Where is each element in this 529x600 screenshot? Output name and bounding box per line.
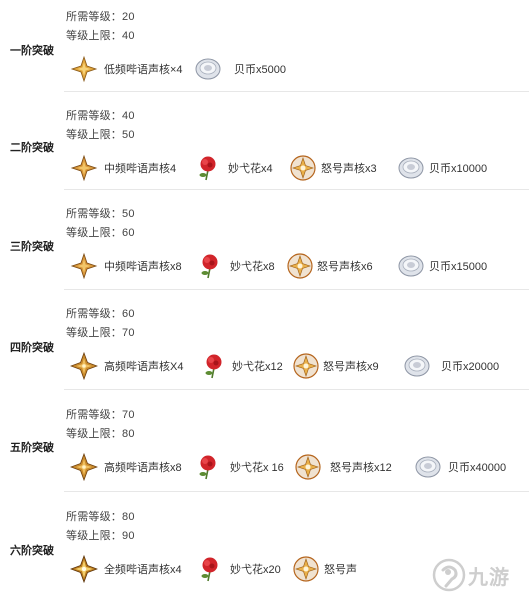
watermark-text: 九游: [468, 566, 510, 589]
ascension-table: 一阶突破 所需等级：20 等级上限：40 低频哔语声核×4 贝币x5000 二阶…: [0, 0, 529, 600]
stage-title: 三阶突破: [10, 241, 54, 253]
stage-title: 一阶突破: [10, 45, 54, 57]
stage-row-3: 三阶突破 所需等级：50 等级上限：60 中频哔语声核x8 妙弋花x8 怒号声核…: [0, 197, 529, 297]
material-item: 妙弋花x4: [194, 153, 273, 183]
mid-echo-core-icon: [70, 252, 98, 280]
material-item: 怒号声核x3: [289, 153, 377, 183]
material-item: 怒号声: [292, 554, 357, 584]
material-label: 中频哔语声核4: [104, 163, 177, 175]
stage-row-2: 二阶突破 所需等级：40 等级上限：50 中频哔语声核4 妙弋花x4 怒号声核x…: [0, 99, 529, 199]
required-level: 所需等级：50: [66, 208, 135, 220]
material-item: 贝币x10000: [397, 153, 487, 183]
material-item: 贝币x15000: [397, 251, 487, 281]
material-label: 贝币x5000: [234, 64, 286, 76]
roar-core-icon: [293, 353, 319, 379]
shell-coin-icon: [195, 58, 221, 80]
shell-coin-icon: [404, 355, 430, 377]
stage-title: 六阶突破: [10, 545, 54, 557]
stage-row-4: 四阶突破 所需等级：60 等级上限：70 高频哔语声核X4 妙弋花x12 怒号声…: [0, 297, 529, 397]
material-item: 怒号声核x12: [294, 452, 392, 482]
material-label: 贝币x20000: [441, 361, 500, 373]
level-cap: 等级上限：80: [66, 428, 135, 440]
level-cap: 等级上限：50: [66, 129, 135, 141]
material-label: 妙弋花x4: [228, 163, 273, 175]
stage-row-5: 五阶突破 所需等级：70 等级上限：80 高频哔语声核x8 妙弋花x 16 怒号…: [0, 398, 529, 498]
material-item: 怒号声核x6: [286, 251, 373, 281]
material-label: 中频哔语声核x8: [104, 261, 182, 273]
flower-icon: [201, 254, 218, 279]
required-level: 所需等级：20: [66, 11, 135, 23]
material-label: 低频哔语声核×4: [104, 64, 183, 76]
material-label: 全频哔语声核x4: [104, 564, 182, 576]
material-item: 贝币x20000: [403, 351, 499, 381]
mid-echo-core-icon: [70, 154, 98, 182]
row-divider: [64, 491, 529, 492]
required-level: 所需等级：80: [66, 511, 135, 523]
material-item: 妙弋花x8: [196, 251, 275, 281]
roar-core-icon: [293, 556, 319, 582]
high-echo-core-icon: [70, 352, 98, 380]
shell-coin-icon: [415, 456, 441, 478]
material-item: 妙弋花x12: [200, 351, 283, 381]
material-item: 全频哔语声核x4: [70, 554, 182, 584]
row-divider: [64, 189, 529, 190]
material-item: 中频哔语声核4: [70, 153, 176, 183]
low-echo-core-icon: [70, 55, 98, 83]
material-label: 高频哔语声核x8: [104, 462, 182, 474]
material-label: 妙弋花x20: [230, 564, 281, 576]
level-cap: 等级上限：70: [66, 327, 135, 339]
material-label: 贝币x15000: [429, 261, 488, 273]
row-divider: [64, 91, 529, 92]
material-label: 贝币x10000: [429, 163, 488, 175]
material-item: 中频哔语声核x8: [70, 251, 182, 281]
flower-icon: [205, 354, 222, 379]
row-divider: [64, 389, 529, 390]
roar-core-icon: [290, 155, 316, 181]
material-item: 妙弋花x 16: [194, 452, 284, 482]
material-label: 高频哔语声核X4: [104, 361, 184, 373]
material-label: 怒号声核x3: [321, 163, 377, 175]
material-item: 低频哔语声核×4: [70, 54, 183, 84]
material-label: 妙弋花x12: [232, 361, 283, 373]
row-divider: [64, 289, 529, 290]
required-level: 所需等级：60: [66, 308, 135, 320]
roar-core-icon: [287, 253, 313, 279]
stage-title: 四阶突破: [10, 342, 54, 354]
shell-coin-icon: [398, 157, 424, 179]
material-label: 怒号声核x12: [330, 462, 392, 474]
9you-logo-icon: [432, 558, 466, 592]
required-level: 所需等级：70: [66, 409, 135, 421]
material-label: 怒号声核x9: [323, 361, 379, 373]
material-item: 高频哔语声核x8: [70, 452, 182, 482]
stage-row-1: 一阶突破 所需等级：20 等级上限：40 低频哔语声核×4 贝币x5000: [0, 0, 529, 100]
level-cap: 等级上限：60: [66, 227, 135, 239]
required-level: 所需等级：40: [66, 110, 135, 122]
material-item: 贝币x40000: [414, 452, 506, 482]
stage-title: 二阶突破: [10, 142, 54, 154]
material-label: 怒号声核x6: [317, 261, 373, 273]
material-item: 妙弋花x20: [196, 554, 281, 584]
roar-core-icon: [295, 454, 321, 480]
material-label: 贝币x40000: [448, 462, 507, 474]
material-label: 妙弋花x8: [230, 261, 275, 273]
material-label: 怒号声: [324, 564, 357, 576]
material-label: 妙弋花x 16: [230, 462, 284, 474]
shell-coin-icon: [398, 255, 424, 277]
material-item: 贝币x5000: [194, 54, 286, 84]
level-cap: 等级上限：40: [66, 30, 135, 42]
level-cap: 等级上限：90: [66, 530, 135, 542]
stage-title: 五阶突破: [10, 442, 54, 454]
flower-icon: [199, 156, 216, 181]
flower-icon: [199, 455, 216, 480]
watermark: 九游: [432, 556, 526, 594]
material-item: 怒号声核x9: [292, 351, 379, 381]
material-item: 高频哔语声核X4: [70, 351, 183, 381]
high-echo-core-icon: [70, 453, 98, 481]
flower-icon: [201, 557, 218, 582]
full-echo-core-icon: [70, 555, 98, 583]
